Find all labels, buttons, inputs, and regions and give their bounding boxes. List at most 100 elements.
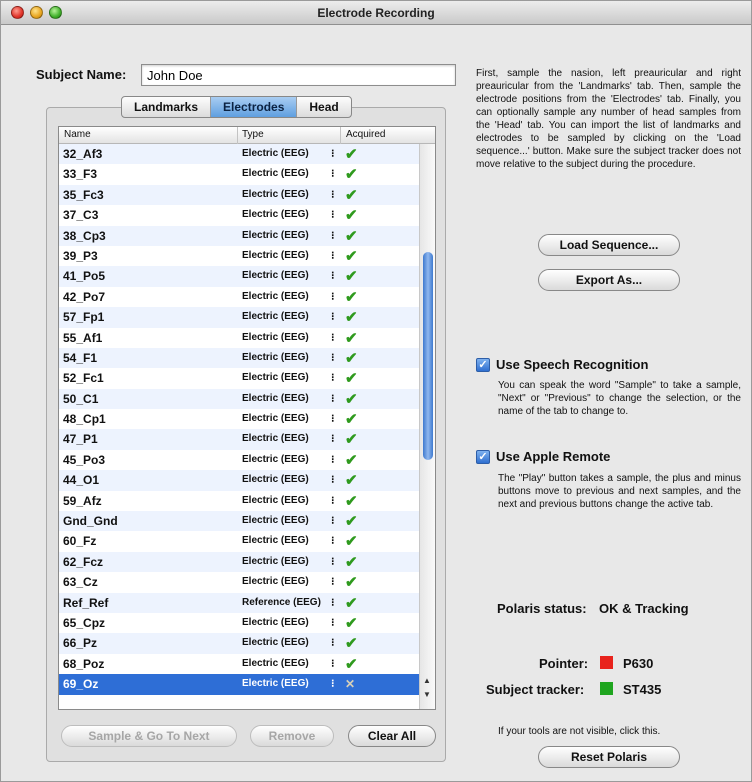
- stepper-icon[interactable]: ⁝: [331, 167, 335, 180]
- tab-head[interactable]: Head: [297, 97, 350, 117]
- load-sequence-button[interactable]: Load Sequence...: [538, 234, 680, 256]
- column-header-type[interactable]: Type: [242, 129, 264, 140]
- table-row[interactable]: 59_Afz Electric (EEG) ⁝ ✔: [59, 491, 419, 511]
- stepper-icon[interactable]: ⁝: [331, 473, 335, 486]
- table-row[interactable]: 50_C1 Electric (EEG) ⁝ ✔: [59, 388, 419, 410]
- table-row[interactable]: 37_C3 Electric (EEG) ⁝ ✔: [59, 205, 419, 225]
- stepper-icon[interactable]: ⁝: [331, 269, 335, 282]
- stepper-icon[interactable]: ⁝: [331, 310, 335, 323]
- electrode-type[interactable]: Electric (EEG): [242, 148, 309, 159]
- stepper-icon[interactable]: ⁝: [331, 147, 335, 160]
- table-row[interactable]: 42_Po7 Electric (EEG) ⁝ ✔: [59, 287, 419, 307]
- stepper-icon[interactable]: ⁝: [331, 351, 335, 364]
- stepper-icon[interactable]: ⁝: [331, 534, 335, 547]
- electrode-type[interactable]: Electric (EEG): [242, 393, 309, 404]
- stepper-icon[interactable]: ⁝: [331, 432, 335, 445]
- electrode-type[interactable]: Electric (EEG): [242, 474, 309, 485]
- apple-remote-label[interactable]: Use Apple Remote: [496, 449, 610, 464]
- stepper-icon[interactable]: ⁝: [331, 208, 335, 221]
- table-row[interactable]: 62_Fcz Electric (EEG) ⁝ ✔: [59, 551, 419, 573]
- table-row[interactable]: 63_Cz Electric (EEG) ⁝ ✔: [59, 572, 419, 592]
- stepper-icon[interactable]: ⁝: [331, 249, 335, 262]
- title-bar[interactable]: Electrode Recording: [1, 1, 751, 25]
- electrode-type[interactable]: Electric (EEG): [242, 515, 309, 526]
- electrode-type[interactable]: Electric (EEG): [242, 291, 309, 302]
- tab-landmarks[interactable]: Landmarks: [122, 97, 212, 117]
- electrode-type[interactable]: Electric (EEG): [242, 433, 309, 444]
- electrode-type[interactable]: Electric (EEG): [242, 270, 309, 281]
- sample-and-next-button[interactable]: Sample & Go To Next: [61, 725, 237, 747]
- stepper-icon[interactable]: ⁝: [331, 575, 335, 588]
- stepper-icon[interactable]: ⁝: [331, 331, 335, 344]
- table-row[interactable]: 65_Cpz Electric (EEG) ⁝ ✔: [59, 613, 419, 633]
- column-header-name[interactable]: Name: [64, 129, 91, 140]
- speech-recognition-label[interactable]: Use Speech Recognition: [496, 357, 648, 372]
- electrode-type[interactable]: Electric (EEG): [242, 495, 309, 506]
- electrode-type[interactable]: Electric (EEG): [242, 535, 309, 546]
- export-as-button[interactable]: Export As...: [538, 269, 680, 291]
- stepper-icon[interactable]: ⁝: [331, 636, 335, 649]
- stepper-icon[interactable]: ⁝: [331, 657, 335, 670]
- table-row[interactable]: 45_Po3 Electric (EEG) ⁝ ✔: [59, 450, 419, 470]
- electrode-type[interactable]: Electric (EEG): [242, 658, 309, 669]
- stepper-icon[interactable]: ⁝: [331, 596, 335, 609]
- table-row[interactable]: 66_Pz Electric (EEG) ⁝ ✔: [59, 633, 419, 654]
- electrode-type[interactable]: Electric (EEG): [242, 617, 309, 628]
- stepper-icon[interactable]: ⁝: [331, 412, 335, 425]
- table-row[interactable]: 52_Fc1 Electric (EEG) ⁝ ✔: [59, 368, 419, 388]
- table-row[interactable]: 60_Fz Electric (EEG) ⁝ ✔: [59, 531, 419, 551]
- clear-all-button[interactable]: Clear All: [348, 725, 436, 747]
- scroll-down-arrow-icon[interactable]: ▼: [423, 690, 431, 699]
- table-row[interactable]: 39_P3 Electric (EEG) ⁝ ✔: [59, 246, 419, 266]
- stepper-icon[interactable]: ⁝: [331, 371, 335, 384]
- vertical-scrollbar[interactable]: ▲ ▼: [419, 144, 435, 709]
- electrode-type[interactable]: Electric (EEG): [242, 352, 309, 363]
- electrode-type[interactable]: Electric (EEG): [242, 189, 309, 200]
- electrode-type[interactable]: Electric (EEG): [242, 637, 309, 648]
- electrode-type[interactable]: Electric (EEG): [242, 311, 309, 322]
- stepper-icon[interactable]: ⁝: [331, 514, 335, 527]
- electrode-type[interactable]: Electric (EEG): [242, 454, 309, 465]
- table-row[interactable]: 47_P1 Electric (EEG) ⁝ ✔: [59, 429, 419, 450]
- table-row[interactable]: 35_Fc3 Electric (EEG) ⁝ ✔: [59, 184, 419, 206]
- electrode-type[interactable]: Electric (EEG): [242, 556, 309, 567]
- table-row[interactable]: 69_Oz Electric (EEG) ⁝ ✕: [59, 674, 419, 695]
- table-row[interactable]: 68_Poz Electric (EEG) ⁝ ✔: [59, 654, 419, 674]
- electrode-type[interactable]: Electric (EEG): [242, 576, 309, 587]
- electrode-type[interactable]: Electric (EEG): [242, 230, 309, 241]
- table-row[interactable]: 55_Af1 Electric (EEG) ⁝ ✔: [59, 328, 419, 348]
- stepper-icon[interactable]: ⁝: [331, 494, 335, 507]
- scroll-thumb[interactable]: [423, 252, 433, 460]
- electrode-type[interactable]: Electric (EEG): [242, 413, 309, 424]
- table-row[interactable]: 57_Fp1 Electric (EEG) ⁝ ✔: [59, 307, 419, 328]
- subject-name-input[interactable]: [141, 64, 456, 86]
- stepper-icon[interactable]: ⁝: [331, 229, 335, 242]
- table-row[interactable]: 33_F3 Electric (EEG) ⁝ ✔: [59, 164, 419, 184]
- stepper-icon[interactable]: ⁝: [331, 616, 335, 629]
- table-row[interactable]: 48_Cp1 Electric (EEG) ⁝ ✔: [59, 409, 419, 429]
- table-row[interactable]: 54_F1 Electric (EEG) ⁝ ✔: [59, 347, 419, 369]
- table-row[interactable]: Ref_Ref Reference (EEG) ⁝ ✔: [59, 592, 419, 613]
- stepper-icon[interactable]: ⁝: [331, 677, 335, 690]
- table-row[interactable]: 32_Af3 Electric (EEG) ⁝ ✔: [59, 144, 419, 165]
- stepper-icon[interactable]: ⁝: [331, 555, 335, 568]
- column-header-acquired[interactable]: Acquired: [346, 129, 385, 140]
- scroll-up-arrow-icon[interactable]: ▲: [423, 676, 431, 685]
- tab-electrodes[interactable]: Electrodes: [211, 97, 298, 117]
- electrode-type[interactable]: Electric (EEG): [242, 372, 309, 383]
- stepper-icon[interactable]: ⁝: [331, 188, 335, 201]
- electrode-type[interactable]: Electric (EEG): [242, 209, 309, 220]
- stepper-icon[interactable]: ⁝: [331, 453, 335, 466]
- electrode-type[interactable]: Electric (EEG): [242, 678, 309, 689]
- table-row[interactable]: 44_O1 Electric (EEG) ⁝ ✔: [59, 470, 419, 491]
- stepper-icon[interactable]: ⁝: [331, 392, 335, 405]
- table-row[interactable]: Gnd_Gnd Electric (EEG) ⁝ ✔: [59, 511, 419, 532]
- electrode-type[interactable]: Electric (EEG): [242, 168, 309, 179]
- table-row[interactable]: 38_Cp3 Electric (EEG) ⁝ ✔: [59, 225, 419, 246]
- stepper-icon[interactable]: ⁝: [331, 290, 335, 303]
- remove-button[interactable]: Remove: [250, 725, 334, 747]
- table-row[interactable]: 41_Po5 Electric (EEG) ⁝ ✔: [59, 266, 419, 287]
- electrode-type[interactable]: Reference (EEG): [242, 597, 321, 608]
- electrode-type[interactable]: Electric (EEG): [242, 332, 309, 343]
- speech-recognition-checkbox[interactable]: ✓: [476, 358, 490, 372]
